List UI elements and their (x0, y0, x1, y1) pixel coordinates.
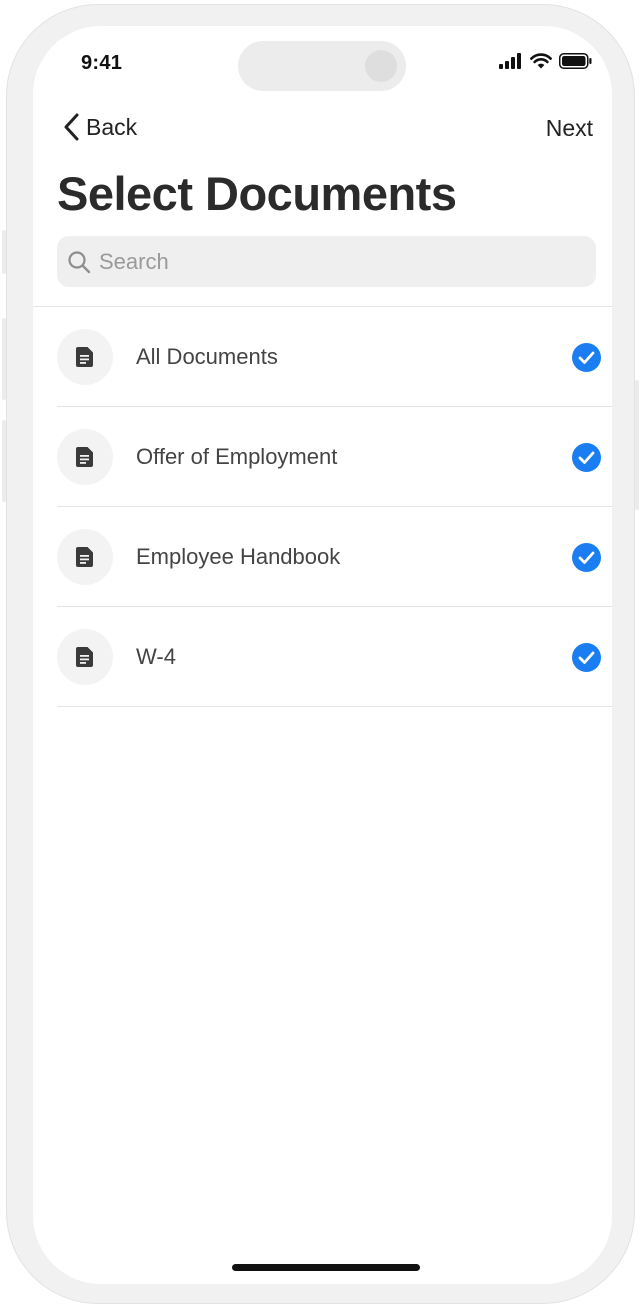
document-icon (57, 628, 113, 685)
status-icons (499, 53, 592, 69)
volume-down-button (2, 420, 6, 502)
search-bar[interactable] (57, 236, 596, 287)
cellular-signal-icon (499, 53, 521, 69)
action-button (2, 230, 6, 274)
wifi-icon (530, 53, 552, 69)
checkmark-circle-icon[interactable] (572, 443, 601, 472)
home-indicator[interactable] (232, 1264, 420, 1271)
list-item-all-documents[interactable]: All Documents (57, 307, 612, 407)
screen: 9:41 Back Next Select Documents Search A… (33, 26, 612, 1284)
list-item-label: Offer of Employment (136, 443, 338, 469)
status-time: 9:41 (81, 52, 123, 74)
document-icon (57, 428, 113, 485)
checkmark-circle-icon[interactable] (572, 643, 601, 672)
next-button[interactable]: Next (546, 115, 593, 142)
back-button[interactable]: Back (63, 112, 137, 142)
list-item-label: Employee Handbook (136, 543, 341, 569)
search-icon (68, 250, 91, 273)
camera-icon (365, 50, 397, 82)
document-icon (57, 328, 113, 385)
chevron-left-icon (64, 113, 79, 141)
checkmark-circle-icon[interactable] (572, 543, 601, 572)
document-list: All Documents Offer of Employment Employ… (57, 307, 612, 707)
battery-icon (559, 53, 592, 69)
power-button (635, 380, 639, 510)
list-item-offer-of-employment[interactable]: Offer of Employment (57, 407, 612, 507)
document-icon (57, 528, 113, 585)
checkmark-circle-icon[interactable] (572, 343, 601, 372)
volume-up-button (2, 318, 6, 400)
back-label: Back (86, 113, 138, 140)
dynamic-island (238, 41, 406, 91)
list-item-w-4[interactable]: W-4 (57, 607, 612, 707)
list-item-label: W-4 (136, 643, 176, 669)
search-input[interactable] (99, 248, 579, 275)
page-title: Select Documents (57, 167, 457, 220)
list-item-label: All Documents (136, 343, 278, 369)
list-item-employee-handbook[interactable]: Employee Handbook (57, 507, 612, 607)
